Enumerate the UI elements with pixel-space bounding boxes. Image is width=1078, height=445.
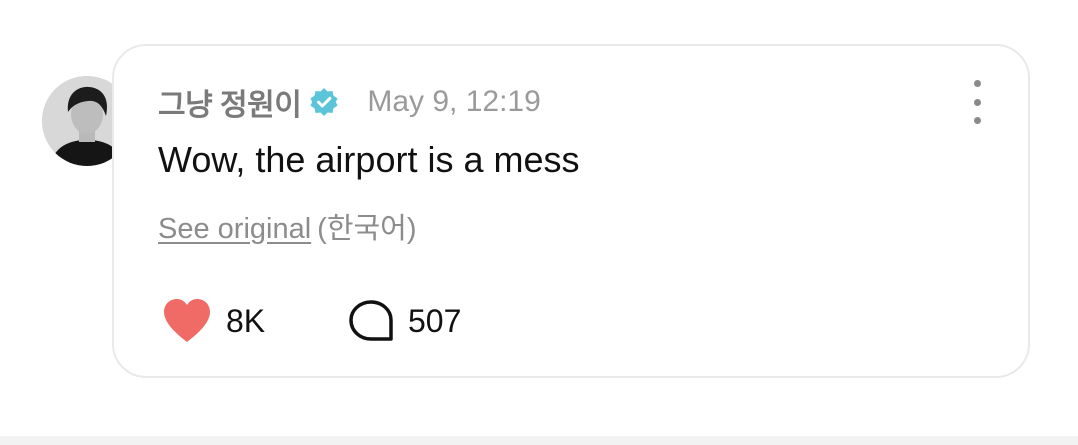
more-vertical-icon: [973, 80, 981, 87]
post-card: 그냥 정원이 May 9, 12:19 Wow, the airport is …: [112, 44, 1030, 378]
heart-icon: [162, 298, 212, 344]
comment-button[interactable]: 507: [348, 299, 461, 343]
comment-count: 507: [408, 302, 462, 339]
author-name[interactable]: 그냥 정원이: [158, 80, 302, 124]
post-header: 그냥 정원이 May 9, 12:19: [158, 82, 541, 122]
more-dot: [973, 117, 981, 124]
like-count: 8K: [226, 302, 266, 339]
post-actions: 8K 507: [162, 296, 461, 346]
post-timestamp: May 9, 12:19: [367, 85, 541, 118]
see-original-link[interactable]: See original: [158, 213, 311, 245]
like-button[interactable]: 8K: [162, 298, 348, 344]
verified-badge-icon: [309, 87, 339, 117]
bottom-divider: [0, 436, 1078, 445]
post-text: Wow, the airport is a mess: [158, 139, 580, 180]
translation-note: See original (한국어): [158, 205, 417, 247]
comment-bubble-icon: [348, 299, 394, 343]
more-options-button[interactable]: [962, 80, 992, 124]
original-language: (한국어): [317, 213, 417, 245]
more-dot: [973, 98, 981, 106]
